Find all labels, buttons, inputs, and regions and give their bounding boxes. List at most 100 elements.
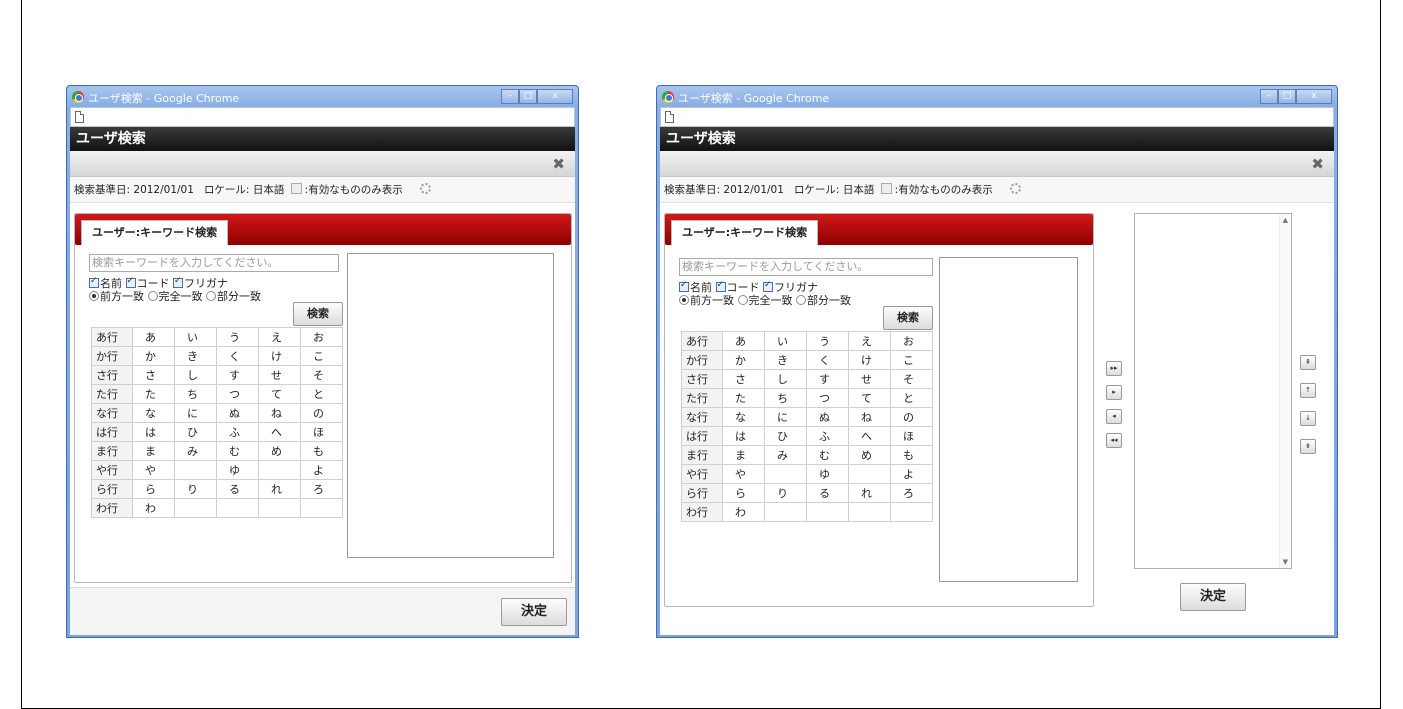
kana-cell[interactable]: こ — [300, 346, 343, 366]
code-checkbox[interactable] — [715, 280, 726, 292]
prefix-match-radio[interactable] — [679, 295, 689, 305]
kana-cell[interactable]: や — [132, 460, 175, 480]
kana-row-header[interactable]: た行 — [91, 384, 133, 404]
kana-cell[interactable]: く — [216, 346, 259, 366]
kana-cell[interactable]: と — [300, 384, 343, 404]
kana-cell[interactable]: な — [132, 403, 175, 423]
kana-cell[interactable]: ろ — [890, 483, 933, 503]
kana-cell[interactable]: た — [722, 388, 765, 408]
kana-cell[interactable]: こ — [890, 350, 933, 370]
result-list[interactable] — [939, 257, 1078, 582]
kana-row-header[interactable]: か行 — [91, 346, 133, 366]
kana-cell[interactable]: む — [806, 445, 849, 465]
move-up-button[interactable]: ↑ — [1300, 383, 1316, 398]
address-bar[interactable] — [660, 107, 1334, 127]
kana-cell[interactable]: や — [722, 464, 765, 484]
kana-cell[interactable]: ま — [722, 445, 765, 465]
maximize-button[interactable]: □ — [519, 89, 537, 104]
kana-cell[interactable]: ゆ — [216, 460, 259, 480]
kana-row-header[interactable]: ま行 — [681, 445, 723, 465]
kana-cell[interactable]: す — [216, 365, 259, 385]
kana-cell[interactable]: お — [890, 331, 933, 351]
kana-cell[interactable]: ぬ — [216, 403, 259, 423]
kana-row-header[interactable]: た行 — [681, 388, 723, 408]
kana-row-header[interactable]: や行 — [91, 460, 133, 480]
kana-cell[interactable]: の — [300, 403, 343, 423]
partial-match-radio[interactable] — [206, 291, 216, 301]
kana-cell[interactable]: て — [258, 384, 301, 404]
kana-cell[interactable]: へ — [848, 426, 891, 446]
kana-cell[interactable]: に — [764, 407, 807, 427]
furigana-checkbox[interactable] — [173, 276, 183, 288]
address-bar[interactable] — [70, 107, 575, 127]
move-left-button[interactable]: ◂ — [1106, 409, 1122, 424]
kana-cell[interactable]: ね — [258, 403, 301, 423]
kana-cell[interactable]: く — [806, 350, 849, 370]
kana-cell[interactable]: よ — [890, 464, 933, 484]
kana-cell[interactable]: る — [806, 483, 849, 503]
kana-cell[interactable]: ち — [764, 388, 807, 408]
kana-row-header[interactable]: さ行 — [91, 365, 133, 385]
kana-cell[interactable]: お — [300, 327, 343, 347]
kana-cell[interactable]: い — [764, 331, 807, 351]
kana-cell[interactable]: ろ — [300, 479, 343, 499]
kana-cell[interactable]: し — [174, 365, 217, 385]
kana-cell[interactable]: す — [806, 369, 849, 389]
kana-cell[interactable]: ひ — [764, 426, 807, 446]
tab-keyword-search[interactable]: ユーザー:キーワード検索 — [81, 220, 229, 245]
exact-match-radio[interactable] — [147, 291, 158, 301]
gear-icon[interactable] — [1010, 183, 1022, 194]
gear-icon[interactable] — [420, 183, 432, 194]
kana-row-header[interactable]: あ行 — [91, 327, 133, 347]
kana-cell[interactable]: き — [764, 350, 807, 370]
kana-cell[interactable]: ふ — [806, 426, 849, 446]
move-right-button[interactable]: ▸ — [1106, 385, 1122, 400]
kana-cell[interactable]: み — [174, 441, 217, 461]
kana-cell[interactable]: き — [174, 346, 217, 366]
kana-cell[interactable]: に — [174, 403, 217, 423]
kana-cell[interactable]: う — [216, 327, 259, 347]
kana-cell[interactable]: の — [890, 407, 933, 427]
kana-cell[interactable]: ぬ — [806, 407, 849, 427]
kana-cell[interactable]: え — [258, 327, 301, 347]
kana-cell[interactable]: め — [848, 445, 891, 465]
kana-cell[interactable]: つ — [806, 388, 849, 408]
move-down-button[interactable]: ↓ — [1300, 411, 1316, 426]
kana-cell[interactable]: あ — [722, 331, 765, 351]
kana-cell[interactable]: わ — [132, 498, 175, 518]
kana-cell[interactable]: け — [848, 350, 891, 370]
kana-row-header[interactable]: な行 — [91, 403, 133, 423]
close-icon[interactable]: ✖ — [1311, 155, 1324, 173]
kana-cell[interactable]: て — [848, 388, 891, 408]
kana-cell[interactable]: よ — [300, 460, 343, 480]
kana-cell[interactable]: つ — [216, 384, 259, 404]
minimize-button[interactable]: – — [501, 89, 519, 104]
close-icon[interactable]: ✖ — [552, 155, 565, 173]
kana-cell[interactable]: れ — [258, 479, 301, 499]
close-window-button[interactable]: x — [537, 89, 573, 104]
close-window-button[interactable]: x — [1296, 89, 1332, 104]
kana-row-header[interactable]: あ行 — [681, 331, 723, 351]
decide-button[interactable]: 決定 — [1180, 583, 1246, 611]
prefix-match-radio[interactable] — [89, 291, 99, 301]
kana-row-header[interactable]: ま行 — [91, 441, 133, 461]
search-input[interactable]: 検索キーワードを入力してください。 — [89, 254, 339, 272]
kana-cell[interactable]: み — [764, 445, 807, 465]
kana-cell[interactable]: う — [806, 331, 849, 351]
kana-row-header[interactable]: は行 — [91, 422, 133, 442]
kana-cell[interactable]: り — [764, 483, 807, 503]
partial-match-radio[interactable] — [796, 295, 806, 305]
tab-keyword-search[interactable]: ユーザー:キーワード検索 — [671, 220, 819, 245]
valid-only-checkbox[interactable] — [880, 183, 892, 194]
kana-cell[interactable]: た — [132, 384, 175, 404]
scrollbar[interactable]: ▲ ▼ — [1279, 214, 1291, 568]
kana-cell[interactable]: そ — [300, 365, 343, 385]
scroll-up-icon[interactable]: ▲ — [1283, 216, 1288, 224]
kana-cell[interactable]: さ — [132, 365, 175, 385]
kana-cell[interactable]: し — [764, 369, 807, 389]
kana-row-header[interactable]: わ行 — [681, 502, 723, 522]
kana-cell[interactable]: は — [722, 426, 765, 446]
kana-cell[interactable]: ね — [848, 407, 891, 427]
kana-cell[interactable]: も — [890, 445, 933, 465]
furigana-checkbox[interactable] — [763, 280, 773, 292]
